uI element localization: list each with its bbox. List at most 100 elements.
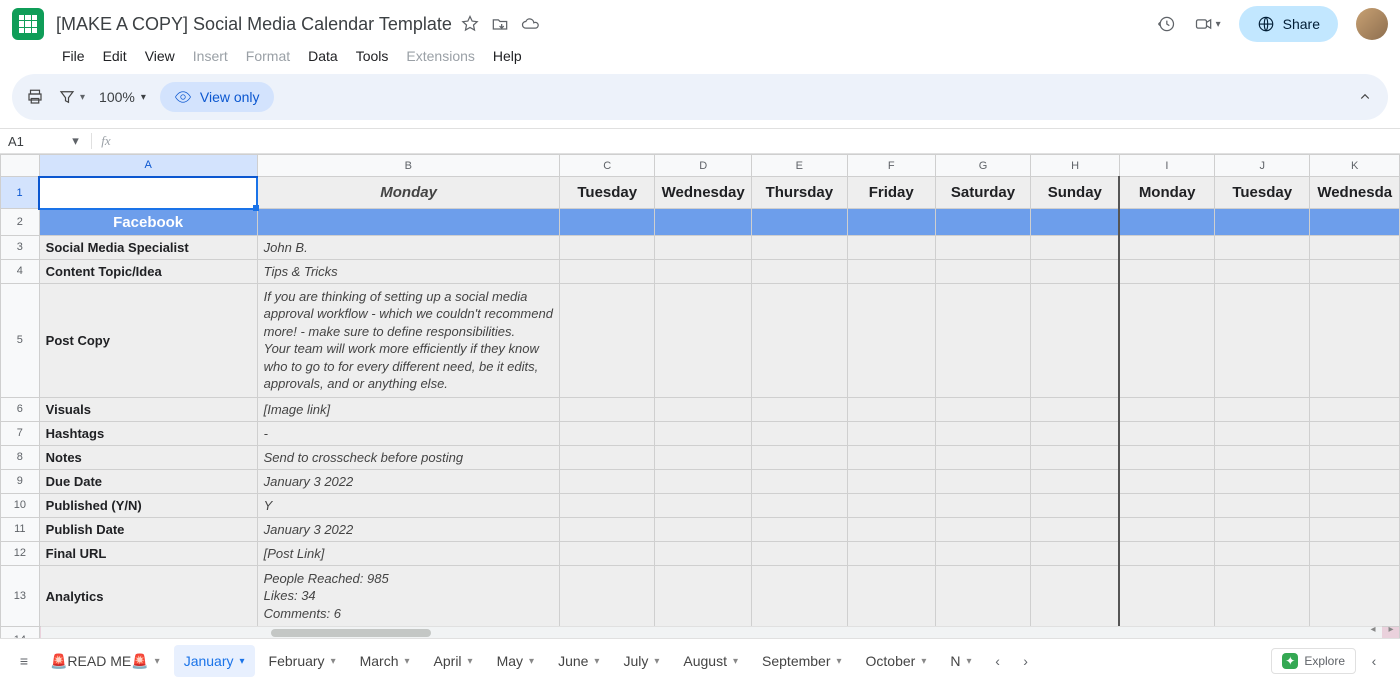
tab-month[interactable]: June▾ — [548, 645, 609, 677]
cell[interactable] — [655, 445, 752, 469]
all-sheets-icon[interactable]: ≡ — [12, 653, 36, 669]
cell[interactable] — [1310, 283, 1400, 397]
explore-button[interactable]: ✦Explore — [1271, 648, 1356, 674]
tab-month[interactable]: October▾ — [856, 645, 937, 677]
cell[interactable]: Saturday — [935, 177, 1031, 209]
cell[interactable] — [1310, 565, 1400, 627]
cell[interactable] — [1215, 445, 1310, 469]
cell[interactable] — [751, 283, 847, 397]
cell[interactable] — [560, 209, 655, 236]
column-header[interactable]: D — [655, 155, 752, 177]
star-icon[interactable] — [460, 14, 480, 34]
cell[interactable]: If you are thinking of setting up a soci… — [257, 283, 559, 397]
cell[interactable] — [1215, 517, 1310, 541]
cell[interactable] — [560, 235, 655, 259]
cell[interactable] — [847, 493, 935, 517]
cell[interactable]: Hashtags — [39, 421, 257, 445]
cell[interactable] — [935, 541, 1031, 565]
cell[interactable]: Due Date — [39, 469, 257, 493]
cell[interactable]: Post Copy — [39, 283, 257, 397]
tab-month[interactable]: May▾ — [487, 645, 544, 677]
cell[interactable]: - — [257, 421, 559, 445]
tab-readme[interactable]: 🚨READ ME🚨▾ — [40, 645, 170, 678]
account-avatar[interactable] — [1356, 8, 1388, 40]
cell[interactable] — [751, 517, 847, 541]
share-button[interactable]: Share — [1239, 6, 1338, 42]
cell[interactable] — [1119, 421, 1214, 445]
cell[interactable] — [1119, 565, 1214, 627]
toolbar-collapse-icon[interactable] — [1356, 88, 1374, 106]
cell[interactable]: [Image link] — [257, 397, 559, 421]
cell[interactable] — [847, 259, 935, 283]
cell[interactable] — [560, 565, 655, 627]
cell[interactable] — [39, 177, 257, 209]
tab-month[interactable]: March▾ — [350, 645, 420, 677]
cell[interactable] — [1215, 397, 1310, 421]
cell[interactable] — [560, 469, 655, 493]
tab-month[interactable]: N▾ — [940, 645, 981, 677]
cell[interactable] — [655, 541, 752, 565]
row-header[interactable]: 11 — [1, 517, 40, 541]
cell[interactable]: Tuesday — [1215, 177, 1310, 209]
cell[interactable] — [935, 445, 1031, 469]
cell[interactable] — [751, 493, 847, 517]
cell[interactable] — [847, 517, 935, 541]
cell[interactable] — [935, 469, 1031, 493]
row-header[interactable]: 4 — [1, 259, 40, 283]
name-box[interactable]: A1 — [0, 134, 60, 149]
meet-button[interactable]: ▾ — [1194, 14, 1221, 34]
cell[interactable] — [1119, 541, 1214, 565]
menu-edit[interactable]: Edit — [95, 44, 135, 68]
cell[interactable] — [1119, 469, 1214, 493]
cell[interactable] — [751, 397, 847, 421]
cell[interactable] — [655, 493, 752, 517]
cell[interactable] — [1031, 421, 1119, 445]
cell[interactable] — [1031, 235, 1119, 259]
cell[interactable] — [655, 517, 752, 541]
cell[interactable] — [1031, 541, 1119, 565]
column-header[interactable]: I — [1119, 155, 1214, 177]
cell[interactable] — [1215, 493, 1310, 517]
tab-month[interactable]: August▾ — [673, 645, 748, 677]
cell[interactable] — [1310, 541, 1400, 565]
tab-month[interactable]: September▾ — [752, 645, 852, 677]
cell[interactable] — [1119, 397, 1214, 421]
cell[interactable] — [935, 235, 1031, 259]
cell[interactable] — [655, 421, 752, 445]
cell[interactable] — [847, 283, 935, 397]
row-header[interactable]: 5 — [1, 283, 40, 397]
cell[interactable] — [1031, 209, 1119, 236]
cell[interactable]: Thursday — [751, 177, 847, 209]
scroll-right-icon[interactable]: ▸ — [1382, 624, 1400, 638]
cell[interactable] — [560, 541, 655, 565]
cell[interactable] — [560, 493, 655, 517]
cell[interactable] — [1310, 259, 1400, 283]
cell[interactable] — [655, 397, 752, 421]
cell[interactable] — [1031, 493, 1119, 517]
cell[interactable] — [751, 469, 847, 493]
cell[interactable] — [1310, 517, 1400, 541]
cell[interactable]: Analytics — [39, 565, 257, 627]
cell[interactable] — [1031, 259, 1119, 283]
cell[interactable] — [1310, 235, 1400, 259]
cell[interactable] — [1031, 283, 1119, 397]
cell[interactable] — [1215, 541, 1310, 565]
cell[interactable] — [655, 565, 752, 627]
select-all-corner[interactable] — [1, 155, 40, 177]
cell[interactable]: Tuesday — [560, 177, 655, 209]
sheet-area[interactable]: ABCDEFGHIJK 1MondayTuesdayWednesdayThurs… — [0, 154, 1400, 638]
cell[interactable] — [1215, 565, 1310, 627]
row-header[interactable]: 8 — [1, 445, 40, 469]
cell[interactable] — [1310, 493, 1400, 517]
cell[interactable]: [Post Link] — [257, 541, 559, 565]
cell[interactable]: Tips & Tricks — [257, 259, 559, 283]
cell[interactable] — [1031, 397, 1119, 421]
cell[interactable] — [847, 397, 935, 421]
cell[interactable] — [655, 235, 752, 259]
menu-tools[interactable]: Tools — [348, 44, 397, 68]
cell[interactable] — [1119, 235, 1214, 259]
row-header[interactable]: 13 — [1, 565, 40, 627]
cell[interactable] — [1031, 445, 1119, 469]
cell[interactable]: Wednesda — [1310, 177, 1400, 209]
side-panel-toggle[interactable]: ‹ — [1360, 653, 1388, 669]
